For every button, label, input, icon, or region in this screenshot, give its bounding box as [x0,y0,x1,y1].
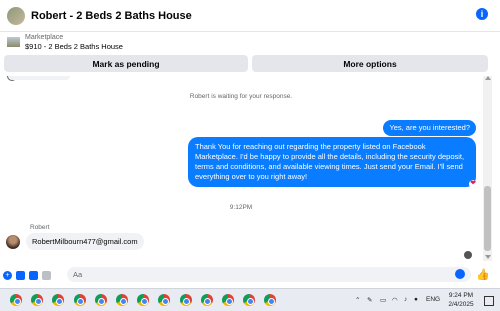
more-options-button[interactable]: More options [252,55,488,72]
seen-indicator-icon [464,251,472,259]
chat-header: Robert - 2 Beds 2 Baths House i [0,0,500,32]
outgoing-message[interactable]: Yes, are you interested? [383,120,476,136]
clock-time: 9:24 PM [448,292,474,299]
scroll-thumb[interactable] [484,186,491,251]
listing-title: $910 - 2 Beds 2 Baths House [25,42,123,51]
gif-icon[interactable] [42,270,51,280]
chrome-taskbar-icon[interactable] [116,294,128,306]
sender-name: Robert [30,224,50,231]
sticker-icon[interactable] [29,270,38,280]
mic-icon[interactable]: ● [414,296,418,303]
emoji-icon[interactable] [455,269,465,279]
message-thread: Robert is waiting for your response. Yes… [0,76,482,261]
chrome-taskbar-icon[interactable] [10,294,22,306]
thumbs-up-icon[interactable]: 👍 [476,268,490,281]
outgoing-message[interactable]: Thank You for reaching out regarding the… [188,137,476,187]
marketplace-listing[interactable]: Marketplace $910 - 2 Beds 2 Baths House [0,31,500,53]
chat-scrollbar[interactable] [483,76,492,261]
mark-as-pending-button[interactable]: Mark as pending [4,55,248,72]
chrome-taskbar-icon[interactable] [158,294,171,306]
chrome-taskbar-icon[interactable] [137,294,150,306]
chrome-taskbar-icon[interactable] [179,294,192,306]
chrome-taskbar-icon[interactable] [31,294,44,306]
message-input[interactable]: Aa [67,267,471,282]
windows-taskbar: ⌃ ✎ ▭ ◠ ♪ ● ENG 9:24 PM 2/4/2025 [0,288,500,311]
wifi-icon[interactable]: ◠ [392,296,398,304]
chrome-taskbar-icon[interactable] [73,294,86,306]
chrome-taskbar-icon[interactable] [264,294,277,306]
timestamp: 9:12PM [229,204,253,211]
marketplace-label: Marketplace [25,34,64,41]
heart-reaction-icon[interactable]: ❤ [469,180,477,188]
info-icon[interactable]: i [476,8,488,20]
photo-icon[interactable] [16,270,25,280]
incoming-message[interactable]: RobertMilbourn477@gmail.com [26,233,144,250]
chrome-taskbar-icon[interactable] [94,294,107,306]
chevron-up-icon[interactable]: ⌃ [355,296,360,304]
listing-thumbnail [7,37,20,47]
chrome-taskbar-icon[interactable] [200,294,213,306]
chrome-taskbar-icon[interactable] [243,294,256,306]
pen-icon[interactable]: ✎ [367,296,372,304]
message-composer: + Aa 👍 [0,264,500,286]
waiting-notice: Robert is waiting for your response. [189,93,293,100]
contact-avatar[interactable] [7,6,25,25]
language-indicator[interactable]: ENG [426,296,440,303]
previous-message [8,76,70,80]
notification-icon[interactable] [484,296,494,306]
clock-date: 2/4/2025 [448,301,474,308]
chat-title[interactable]: Robert - 2 Beds 2 Baths House [31,10,192,22]
system-clock[interactable]: 9:24 PM 2/4/2025 [442,291,480,309]
scroll-up-icon[interactable] [485,76,491,80]
speaker-icon[interactable]: ♪ [404,296,407,303]
battery-icon[interactable]: ▭ [380,296,386,304]
scroll-down-icon[interactable] [485,255,491,259]
chrome-taskbar-icon[interactable] [222,294,234,306]
plus-icon[interactable]: + [3,270,12,280]
sender-avatar[interactable] [6,235,20,249]
chrome-taskbar-icon[interactable] [52,294,65,306]
